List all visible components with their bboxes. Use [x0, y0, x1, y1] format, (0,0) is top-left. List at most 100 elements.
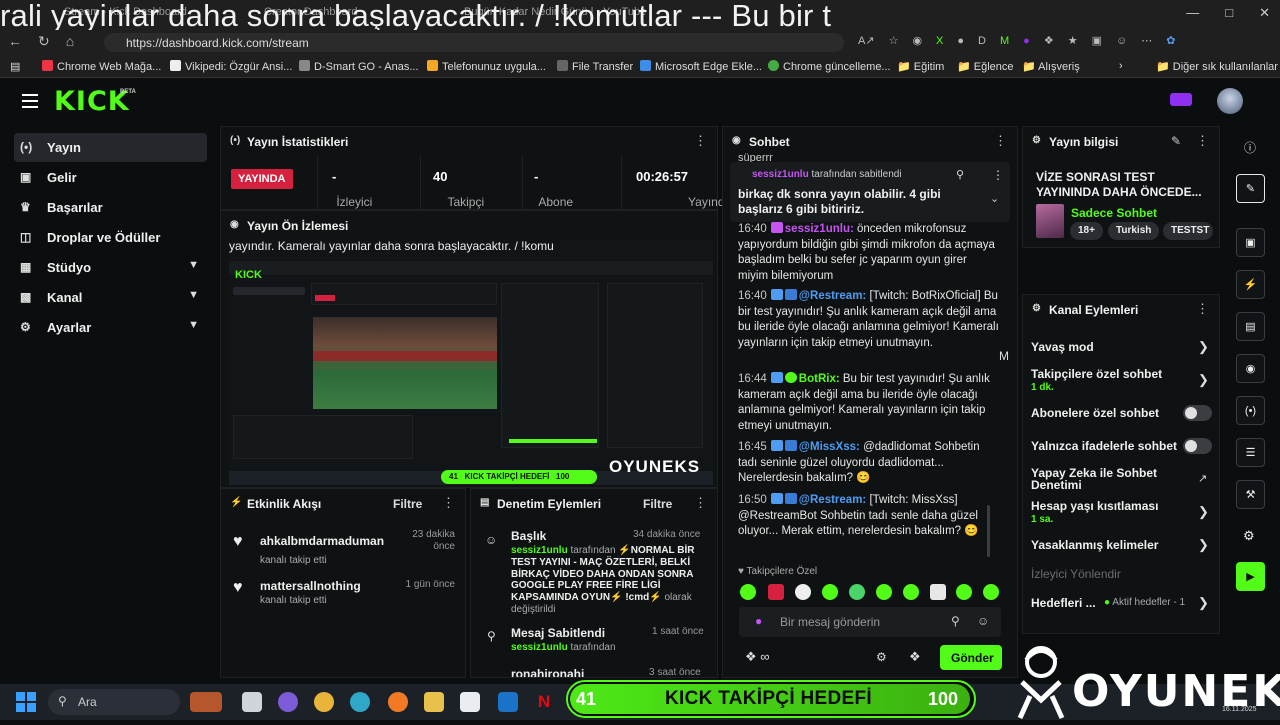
bookmark-folder[interactable]: 📁 Diğer sık kullanılanlar	[1156, 60, 1278, 73]
activity-user[interactable]: mattersallnothing	[260, 579, 361, 593]
more-icon[interactable]: ⋮	[694, 495, 707, 511]
outlook-icon[interactable]	[498, 692, 518, 712]
chevron-down-icon[interactable]: ⌄	[990, 192, 999, 205]
edit-icon[interactable]: ✎	[1171, 134, 1181, 148]
emote-icon[interactable]	[740, 584, 756, 600]
emote-icon[interactable]	[956, 584, 972, 600]
pin-icon[interactable]: ⚲	[956, 168, 964, 181]
more-icon[interactable]: ⋮	[1196, 133, 1209, 149]
emote-icon[interactable]	[795, 584, 811, 600]
notification-icon[interactable]	[1170, 93, 1192, 106]
emote-icon[interactable]	[822, 584, 838, 600]
bookmark-folder[interactable]: 📁 Eğlence	[957, 60, 1014, 73]
kick-logo[interactable]: KICK	[54, 86, 130, 117]
sidebar-item-studyo[interactable]: ▦ Stüdyo ▼	[14, 253, 207, 282]
maximize-icon[interactable]: □	[1225, 5, 1233, 20]
back-icon[interactable]: ←	[8, 33, 22, 49]
pinned-message[interactable]: sessiz1unlu tarafından sabitlendi ⚲ ⋮ bi…	[730, 162, 1010, 222]
more-icon[interactable]: ⋯	[1141, 35, 1152, 47]
chevron-right-icon[interactable]: ❯	[1198, 372, 1209, 388]
info-icon[interactable]: ⓘ	[1244, 139, 1256, 156]
bookmark[interactable]: Microsoft Edge Ekle...	[640, 60, 762, 73]
chrome-icon[interactable]	[314, 692, 334, 712]
reload-icon[interactable]: ↻	[38, 33, 50, 49]
bookmark[interactable]: Chrome güncelleme...	[768, 60, 891, 73]
gear-icon[interactable]: ⚙	[876, 650, 887, 664]
sidebar-item-kanal[interactable]: ▩ Kanal ▼	[14, 283, 207, 312]
bookmark[interactable]: Chrome Web Mağa...	[42, 60, 161, 73]
stream-preview-video[interactable]: yayındır. Kameralı yayınlar daha sonra b…	[229, 239, 713, 485]
netflix-icon[interactable]: N	[534, 692, 554, 712]
window-controls[interactable]: — □ ✕	[1160, 5, 1270, 21]
store-icon[interactable]	[460, 692, 480, 712]
sidebar-item-droplar[interactable]: ◫ Droplar ve Ödüller	[14, 223, 207, 252]
chevron-right-icon[interactable]: ❯	[1198, 595, 1209, 611]
game-icon[interactable]: ▶	[1236, 562, 1265, 591]
puzzle-icon[interactable]: ❖	[1044, 35, 1054, 47]
profile-icon[interactable]: ☺	[1116, 35, 1127, 47]
extension-icon[interactable]: ●	[957, 35, 964, 47]
extension-icon[interactable]: D	[978, 35, 986, 47]
extension-icon[interactable]: M	[1000, 35, 1009, 47]
extension-icon[interactable]: X	[936, 35, 943, 47]
copilot-icon[interactable]	[278, 692, 298, 712]
chat-settings-icons[interactable]: ❖ ∞	[745, 649, 770, 665]
bookmark[interactable]: Telefonunuz uygula...	[427, 60, 546, 73]
extension-icon[interactable]: ●	[1023, 35, 1030, 47]
chat-scrollbar[interactable]	[987, 505, 990, 557]
wrench-icon[interactable]: ⚒	[1236, 480, 1265, 509]
copilot-icon[interactable]: ✿	[1166, 35, 1175, 47]
firefox-icon[interactable]	[388, 692, 408, 712]
filter-button[interactable]: Filtre	[393, 497, 422, 511]
action-followers-only[interactable]: Takipçilere özel sohbet 1 dk.	[1031, 367, 1162, 393]
bolt-icon[interactable]: ⚡	[1236, 270, 1265, 299]
camera-icon[interactable]: ▣	[1236, 228, 1265, 257]
close-icon[interactable]: ✕	[1259, 5, 1270, 20]
action-goals[interactable]: Hedefleri ...	[1031, 596, 1096, 610]
chevron-right-icon[interactable]: ❯	[1198, 537, 1209, 553]
favorites-icon[interactable]: ★	[1068, 35, 1078, 47]
chevron-right-icon[interactable]: ❯	[1198, 339, 1209, 355]
subscribers-only-toggle[interactable]	[1183, 405, 1212, 421]
filter-button[interactable]: Filtre	[643, 497, 672, 511]
sidebar-item-ayarlar[interactable]: ⚙ Ayarlar ▼	[14, 313, 207, 342]
sidebar-item-yayin[interactable]: (•) Yayın	[14, 133, 207, 162]
list-icon[interactable]: ☰	[1236, 438, 1265, 467]
chevron-right-icon[interactable]: ›	[1119, 60, 1123, 72]
reading-list-icon[interactable]: ▤	[10, 60, 20, 73]
more-icon[interactable]: ⋮	[992, 168, 1004, 182]
bookmark-folder[interactable]: 📁 Alışveriş	[1022, 60, 1080, 73]
send-button[interactable]: Gönder	[940, 645, 1002, 670]
taskbar-app-icon[interactable]	[190, 692, 222, 712]
tag-badge[interactable]: 18+	[1070, 222, 1103, 240]
menu-icon[interactable]	[22, 94, 38, 108]
url-input[interactable]: https://dashboard.kick.com/stream	[104, 33, 844, 52]
action-emote-only[interactable]: Yalnızca ifadelerle sohbet	[1031, 439, 1177, 453]
action-subscribers-only[interactable]: Abonelere özel sohbet	[1031, 406, 1159, 420]
extension-icons[interactable]: A↗ ☆ ◉ X ● D M ● ❖ ★ ▣ ☺ ⋯ ✿	[858, 34, 1189, 47]
extension-icon[interactable]: ◉	[912, 35, 922, 47]
star-icon[interactable]: ☆	[889, 35, 899, 47]
windows-start-icon[interactable]	[16, 692, 36, 712]
bookmark[interactable]: File Transfer	[557, 60, 633, 73]
action-slow-mode[interactable]: Yavaş mod	[1031, 340, 1094, 354]
tag-badge[interactable]: Turkish	[1108, 222, 1160, 240]
broadcast-icon[interactable]: (•)	[1236, 396, 1265, 425]
emote-icon[interactable]	[849, 584, 865, 600]
bookmark[interactable]: D-Smart GO - Anas...	[299, 60, 419, 73]
voice-icon[interactable]: ⚲	[951, 614, 960, 628]
chevron-right-icon[interactable]: ❯	[1198, 504, 1209, 520]
emote-icon[interactable]	[903, 584, 919, 600]
taskbar-search[interactable]: ⚲ Ara	[48, 689, 180, 715]
emote-only-toggle[interactable]	[1183, 438, 1212, 454]
emoji-icon[interactable]: ☺	[977, 614, 989, 628]
activity-user[interactable]: ahkalbmdarmaduman	[260, 534, 384, 548]
emote-icon[interactable]	[876, 584, 892, 600]
chat-icon[interactable]: ◉	[1236, 354, 1265, 383]
minimize-icon[interactable]: —	[1186, 5, 1199, 20]
task-view-icon[interactable]	[242, 692, 262, 712]
collections-icon[interactable]: ▣	[1092, 35, 1102, 47]
emote-icon[interactable]	[768, 584, 784, 600]
avatar[interactable]	[1217, 88, 1243, 114]
edit-icon[interactable]: ✎	[1236, 174, 1265, 203]
